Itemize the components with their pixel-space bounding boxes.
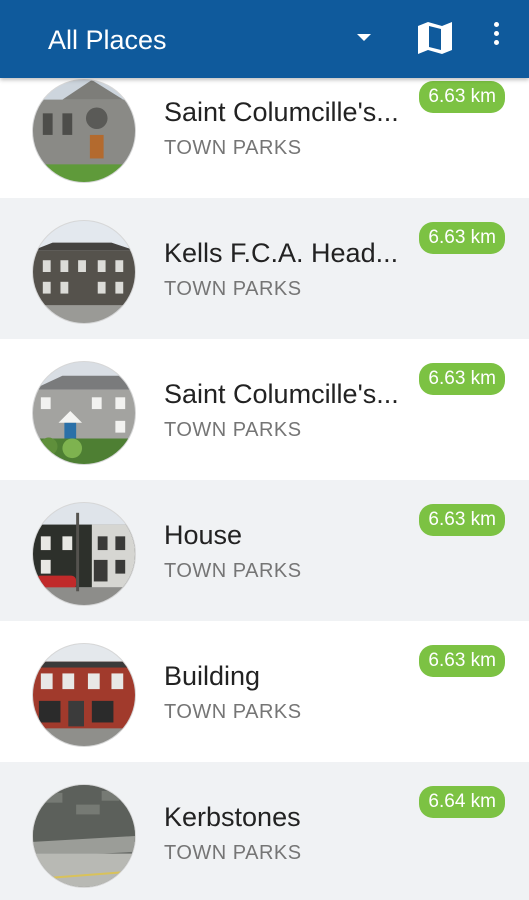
map-icon[interactable] bbox=[416, 20, 454, 56]
more-vert-icon[interactable] bbox=[488, 22, 504, 52]
place-area: TOWN PARKS bbox=[164, 560, 302, 582]
app-root: Saint Columcille's... TOWN PARKS 6.63 km bbox=[0, 0, 529, 900]
place-name: Kerbstones bbox=[164, 802, 301, 832]
place-name: Building bbox=[164, 661, 261, 691]
list-item[interactable]: Kells F.C.A. Head... TOWN PARKS 6.63 km bbox=[0, 198, 529, 339]
place-area: TOWN PARKS bbox=[164, 278, 302, 300]
list-item[interactable]: Saint Columcille's... TOWN PARKS 6.63 km bbox=[0, 339, 529, 480]
list-item[interactable]: Saint Columcille's... TOWN PARKS 6.63 km bbox=[0, 57, 529, 198]
place-thumbnail-house-terrace bbox=[32, 502, 136, 606]
toolbar-title[interactable]: All Places bbox=[48, 22, 167, 58]
place-thumbnail-church bbox=[32, 79, 136, 183]
app-toolbar: All Places bbox=[0, 0, 529, 78]
place-name: Saint Columcille's... bbox=[164, 97, 399, 127]
place-name: Saint Columcille's... bbox=[164, 379, 399, 409]
place-name: House bbox=[164, 520, 243, 550]
distance-badge: 6.63 km bbox=[419, 363, 505, 395]
distance-badge: 6.64 km bbox=[419, 786, 505, 818]
place-thumbnail-house-white bbox=[32, 361, 136, 465]
distance-badge: 6.63 km bbox=[419, 222, 505, 254]
places-list[interactable]: Saint Columcille's... TOWN PARKS 6.63 km bbox=[0, 57, 529, 900]
place-thumbnail-brick-building bbox=[32, 643, 136, 747]
place-area: TOWN PARKS bbox=[164, 842, 302, 864]
distance-badge: 6.63 km bbox=[419, 504, 505, 536]
place-thumbnail-kerbstones bbox=[32, 784, 136, 888]
place-thumbnail-hq bbox=[32, 220, 136, 324]
list-item[interactable]: House TOWN PARKS 6.63 km bbox=[0, 480, 529, 621]
list-item[interactable]: Building TOWN PARKS 6.63 km bbox=[0, 621, 529, 762]
triangle-down-icon[interactable] bbox=[357, 34, 371, 41]
place-name: Kells F.C.A. Head... bbox=[164, 238, 399, 268]
place-area: TOWN PARKS bbox=[164, 137, 302, 159]
distance-badge: 6.63 km bbox=[419, 645, 505, 677]
place-area: TOWN PARKS bbox=[164, 419, 302, 441]
distance-badge: 6.63 km bbox=[419, 81, 505, 113]
list-item[interactable]: Kerbstones TOWN PARKS 6.64 km bbox=[0, 762, 529, 900]
place-area: TOWN PARKS bbox=[164, 701, 302, 723]
